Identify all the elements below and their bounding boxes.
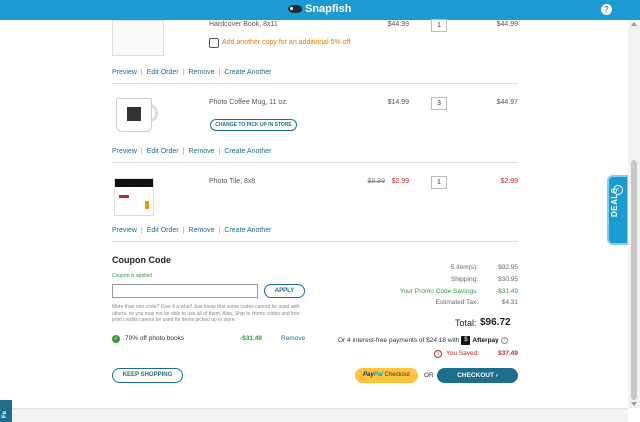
deals-tab[interactable]: ‹ DEALS (607, 175, 629, 245)
create-another-link[interactable]: Create Another (224, 148, 271, 155)
item-title: Hardcover Book, 8x11 (209, 21, 278, 28)
afterpay-logo-icon: $ (461, 336, 471, 345)
edit-order-link[interactable]: Edit Order (147, 148, 179, 155)
item-price: $44.99 (387, 21, 409, 28)
remove-link[interactable]: Remove (188, 227, 214, 234)
afterpay-row: Or 4 interest-free payments of $24.18 wi… (338, 336, 508, 345)
item-actions: Preview | Edit Order | Remove | Create Anot… (112, 227, 272, 234)
coupon-title: Coupon Code (112, 255, 171, 265)
quantity-field[interactable]: 1 (431, 176, 447, 189)
quantity-field[interactable]: 3 (431, 97, 447, 110)
info-icon[interactable]: i (500, 337, 508, 344)
promo-row: Your Promo Code Savings: -$31.49 (399, 288, 518, 295)
item-total: $44.97 (496, 99, 518, 106)
brand-name: Snapfish (305, 3, 352, 15)
scroll-up-icon[interactable] (631, 22, 637, 26)
checkout-button[interactable]: CHECKOUT › (437, 368, 518, 383)
fish-logo-icon (288, 5, 302, 13)
edit-order-link[interactable]: Edit Order (147, 69, 179, 76)
applied-coupon-row: ✓ 70% off photo books -$31.49 Remove (112, 334, 308, 344)
coupon-code-input[interactable] (112, 284, 258, 298)
applied-coupon-amount: -$31.49 (240, 335, 263, 342)
book-thumbnail[interactable] (112, 20, 164, 56)
footer (0, 408, 628, 422)
scroll-thumb[interactable] (631, 160, 637, 400)
feedback-tab[interactable]: Fe (0, 400, 12, 422)
pick-up-in-store-button[interactable]: CHANGE TO PICK UP IN STORE (210, 119, 297, 131)
divider (112, 162, 518, 163)
item-actions: Preview | Edit Order | Remove | Create Anot… (112, 69, 272, 76)
total-label: Total: (455, 318, 477, 328)
divider (112, 241, 518, 242)
preview-link[interactable]: Preview (112, 69, 137, 76)
quantity-field[interactable]: 1 (431, 19, 447, 32)
snapfish-logo[interactable]: Snapfish (288, 3, 351, 15)
item-total: $2.99 (500, 178, 518, 185)
afterpay-brand: Afterpay (472, 337, 499, 344)
preview-link[interactable]: Preview (112, 227, 137, 234)
upsell-text: Add another copy for an additional 5% of… (222, 39, 351, 46)
coupon-applied-message: Coupon is applied (112, 273, 153, 279)
add-copy-checkbox[interactable] (209, 38, 219, 48)
top-header: Snapfish ? (0, 0, 640, 20)
items-row: 5 item(s): $92.95 (450, 264, 518, 271)
coupon-note: More than one code? Give it a whirl! Jus… (112, 304, 300, 323)
item-title: Photo Coffee Mug, 11 oz. (209, 99, 288, 106)
keep-shopping-button[interactable]: KEEP SHOPPING (112, 368, 183, 383)
scroll-down-icon[interactable] (631, 402, 637, 406)
item-total: $44.99 (496, 21, 518, 28)
check-icon: ✓ (112, 335, 120, 343)
item-price: $14.99 (387, 99, 409, 106)
mug-thumbnail[interactable] (116, 96, 158, 132)
shipping-row: Shipping: $30.95 (450, 276, 518, 283)
tax-row: Estimated Tax: $4.31 (435, 299, 518, 306)
scrollbar[interactable] (628, 20, 640, 408)
paypal-checkout-button[interactable]: PayPal Checkout (355, 368, 418, 383)
remove-link[interactable]: Remove (188, 69, 214, 76)
sale-price: $2.99 (391, 178, 409, 185)
remove-coupon-link[interactable]: Remove (281, 335, 305, 342)
divider (112, 83, 518, 84)
item-title: Photo Tile, 8x8 (209, 178, 256, 185)
total-value: $96.72 (480, 317, 511, 328)
item-actions: Preview | Edit Order | Remove | Create Anot… (112, 148, 272, 155)
edit-order-link[interactable]: Edit Order (147, 227, 179, 234)
remove-link[interactable]: Remove (188, 148, 214, 155)
create-another-link[interactable]: Create Another (224, 69, 271, 76)
tile-thumbnail[interactable] (114, 178, 154, 216)
preview-link[interactable]: Preview (112, 148, 137, 155)
afterpay-text: Or 4 interest-free payments of $24.18 wi… (338, 337, 460, 344)
create-another-link[interactable]: Create Another (224, 227, 271, 234)
applied-coupon-name: 70% off photo books (125, 335, 185, 342)
info-icon[interactable]: i (434, 350, 442, 358)
deals-label: DEALS (610, 187, 619, 217)
or-text: OR (424, 372, 434, 379)
help-icon[interactable]: ? (601, 4, 612, 15)
apply-button[interactable]: APPLY (264, 284, 305, 298)
